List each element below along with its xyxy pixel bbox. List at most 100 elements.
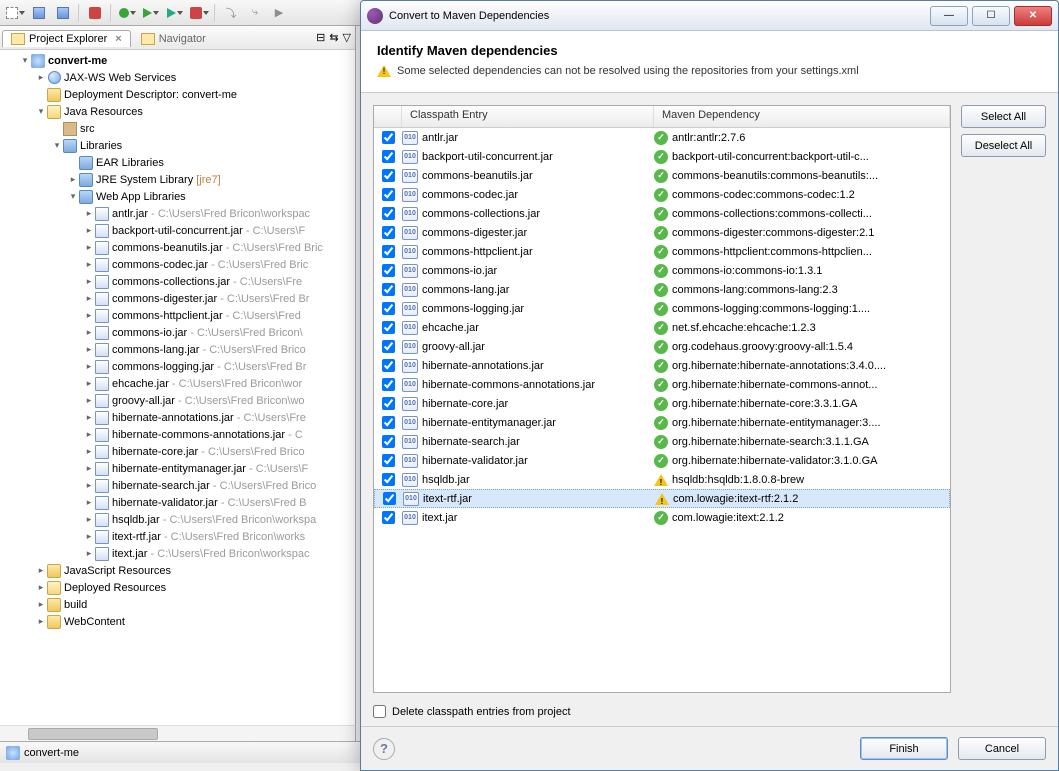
tree-item[interactable]: backport-util-concurrent.jar - C:\Users\… <box>0 222 355 239</box>
table-row[interactable]: itext-rtf.jarcom.lowagie:itext-rtf:2.1.2 <box>374 489 950 508</box>
tree-item[interactable]: groovy-all.jar - C:\Users\Fred Bricon\wo <box>0 392 355 409</box>
select-all-button[interactable]: Select All <box>961 105 1046 128</box>
row-checkbox[interactable] <box>382 264 395 277</box>
tree-item[interactable]: Deployed Resources <box>0 579 355 596</box>
navigator-tab[interactable]: Navigator <box>133 31 214 47</box>
run-button[interactable] <box>140 3 162 23</box>
row-checkbox[interactable] <box>382 207 395 220</box>
row-checkbox[interactable] <box>382 416 395 429</box>
column-classpath[interactable]: Classpath Entry <box>402 106 654 127</box>
table-row[interactable]: hsqldb.jarhsqldb:hsqldb:1.8.0.8-brew <box>374 470 950 489</box>
maximize-button[interactable]: ☐ <box>972 6 1010 26</box>
tree-item[interactable]: convert-me <box>0 52 355 69</box>
tree-item[interactable]: JAX-WS Web Services <box>0 69 355 86</box>
row-checkbox[interactable] <box>382 131 395 144</box>
tree-item[interactable]: hibernate-validator.jar - C:\Users\Fred … <box>0 494 355 511</box>
table-row[interactable]: antlr.jarantlr:antlr:2.7.6 <box>374 128 950 147</box>
title-bar[interactable]: Convert to Maven Dependencies — ☐ ✕ <box>361 1 1058 31</box>
view-menu-button[interactable]: ▽ <box>343 31 351 44</box>
tree-item[interactable]: commons-collections.jar - C:\Users\Fre <box>0 273 355 290</box>
close-button[interactable]: ✕ <box>1014 6 1052 26</box>
tree-item[interactable]: Deployment Descriptor: convert-me <box>0 86 355 103</box>
new-button[interactable] <box>4 3 26 23</box>
build-button[interactable] <box>84 3 106 23</box>
row-checkbox[interactable] <box>382 340 395 353</box>
row-checkbox[interactable] <box>382 245 395 258</box>
table-row[interactable]: commons-httpclient.jarcommons-httpclient… <box>374 242 950 261</box>
tree-item[interactable]: hibernate-commons-annotations.jar - C <box>0 426 355 443</box>
tree-item[interactable]: commons-beanutils.jar - C:\Users\Fred Br… <box>0 239 355 256</box>
save-button[interactable] <box>28 3 50 23</box>
tree-item[interactable]: JRE System Library [jre7] <box>0 171 355 188</box>
tree-item[interactable]: antlr.jar - C:\Users\Fred Bricon\workspa… <box>0 205 355 222</box>
tree-item[interactable]: itext-rtf.jar - C:\Users\Fred Bricon\wor… <box>0 528 355 545</box>
row-checkbox[interactable] <box>382 283 395 296</box>
row-checkbox[interactable] <box>382 511 395 524</box>
save-all-button[interactable] <box>52 3 74 23</box>
tree-item[interactable]: hsqldb.jar - C:\Users\Fred Bricon\worksp… <box>0 511 355 528</box>
help-button[interactable]: ? <box>373 738 395 760</box>
debug-button[interactable] <box>116 3 138 23</box>
row-checkbox[interactable] <box>382 150 395 163</box>
table-row[interactable]: hibernate-core.jarorg.hibernate:hibernat… <box>374 394 950 413</box>
row-checkbox[interactable] <box>382 169 395 182</box>
tree-item[interactable]: build <box>0 596 355 613</box>
tree-item[interactable]: src <box>0 120 355 137</box>
row-checkbox[interactable] <box>382 397 395 410</box>
table-row[interactable]: commons-beanutils.jarcommons-beanutils:c… <box>374 166 950 185</box>
table-row[interactable]: ehcache.jarnet.sf.ehcache:ehcache:1.2.3 <box>374 318 950 337</box>
table-row[interactable]: hibernate-search.jarorg.hibernate:hibern… <box>374 432 950 451</box>
tree-item[interactable]: commons-codec.jar - C:\Users\Fred Bric <box>0 256 355 273</box>
finish-button[interactable]: Finish <box>860 737 948 760</box>
project-tree[interactable]: convert-meJAX-WS Web ServicesDeployment … <box>0 50 355 725</box>
row-checkbox[interactable] <box>382 473 395 486</box>
tree-item[interactable]: Libraries <box>0 137 355 154</box>
row-checkbox[interactable] <box>382 302 395 315</box>
project-explorer-tab[interactable]: Project Explorer × <box>2 30 131 47</box>
tree-item[interactable]: commons-digester.jar - C:\Users\Fred Br <box>0 290 355 307</box>
row-checkbox[interactable] <box>383 492 396 505</box>
tree-item[interactable]: Java Resources <box>0 103 355 120</box>
tree-item[interactable]: hibernate-annotations.jar - C:\Users\Fre <box>0 409 355 426</box>
table-row[interactable]: commons-logging.jarcommons-logging:commo… <box>374 299 950 318</box>
deselect-all-button[interactable]: Deselect All <box>961 134 1046 157</box>
tree-item[interactable]: itext.jar - C:\Users\Fred Bricon\workspa… <box>0 545 355 562</box>
tree-item[interactable]: JavaScript Resources <box>0 562 355 579</box>
table-row[interactable]: itext.jarcom.lowagie:itext:2.1.2 <box>374 508 950 527</box>
table-row[interactable]: hibernate-annotations.jarorg.hibernate:h… <box>374 356 950 375</box>
delete-entries-checkbox[interactable] <box>373 705 386 718</box>
horizontal-scrollbar[interactable] <box>0 725 355 741</box>
table-row[interactable]: commons-io.jarcommons-io:commons-io:1.3.… <box>374 261 950 280</box>
tree-item[interactable]: WebContent <box>0 613 355 630</box>
row-checkbox[interactable] <box>382 188 395 201</box>
minimize-button[interactable]: — <box>930 6 968 26</box>
row-checkbox[interactable] <box>382 435 395 448</box>
column-maven[interactable]: Maven Dependency <box>654 106 950 127</box>
table-row[interactable]: commons-codec.jarcommons-codec:commons-c… <box>374 185 950 204</box>
table-row[interactable]: commons-digester.jarcommons-digester:com… <box>374 223 950 242</box>
row-checkbox[interactable] <box>382 226 395 239</box>
table-row[interactable]: commons-collections.jarcommons-collectio… <box>374 204 950 223</box>
step-into-button[interactable]: ⤷ <box>244 3 266 23</box>
ext-tools-button[interactable] <box>188 3 210 23</box>
tree-item[interactable]: hibernate-search.jar - C:\Users\Fred Bri… <box>0 477 355 494</box>
tree-item[interactable]: hibernate-entitymanager.jar - C:\Users\F <box>0 460 355 477</box>
tree-item[interactable]: hibernate-core.jar - C:\Users\Fred Brico <box>0 443 355 460</box>
link-editor-button[interactable]: ⇆ <box>329 31 338 44</box>
table-row[interactable]: hibernate-validator.jarorg.hibernate:hib… <box>374 451 950 470</box>
resume-button[interactable]: ▶ <box>268 3 290 23</box>
tree-item[interactable]: EAR Libraries <box>0 154 355 171</box>
row-checkbox[interactable] <box>382 378 395 391</box>
tree-item[interactable]: ehcache.jar - C:\Users\Fred Bricon\wor <box>0 375 355 392</box>
tree-item[interactable]: commons-lang.jar - C:\Users\Fred Brico <box>0 341 355 358</box>
cancel-button[interactable]: Cancel <box>958 737 1046 760</box>
row-checkbox[interactable] <box>382 359 395 372</box>
table-row[interactable]: hibernate-commons-annotations.jarorg.hib… <box>374 375 950 394</box>
tree-item[interactable]: commons-httpclient.jar - C:\Users\Fred <box>0 307 355 324</box>
tree-item[interactable]: Web App Libraries <box>0 188 355 205</box>
table-row[interactable]: groovy-all.jarorg.codehaus.groovy:groovy… <box>374 337 950 356</box>
table-row[interactable]: backport-util-concurrent.jarbackport-uti… <box>374 147 950 166</box>
collapse-all-button[interactable]: ⊟ <box>316 31 325 44</box>
table-row[interactable]: hibernate-entitymanager.jarorg.hibernate… <box>374 413 950 432</box>
tree-item[interactable]: commons-logging.jar - C:\Users\Fred Br <box>0 358 355 375</box>
